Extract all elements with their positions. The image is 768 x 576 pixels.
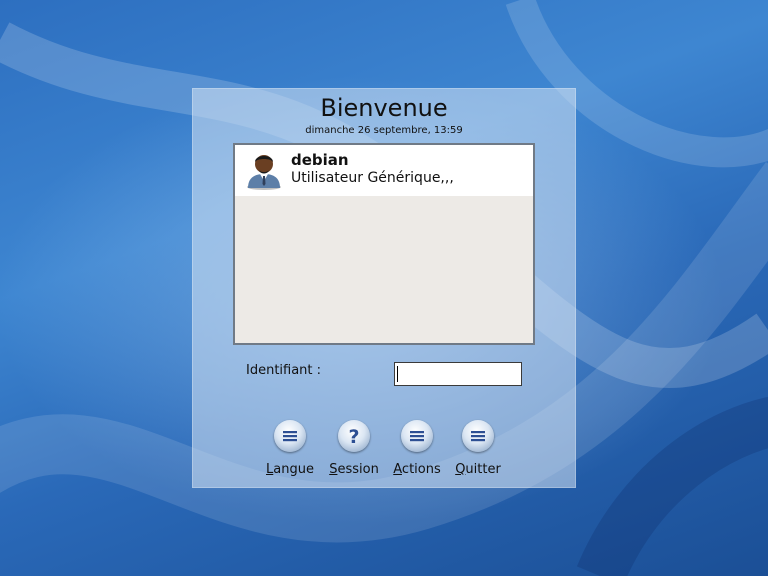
actions-button[interactable]: Actions bbox=[387, 420, 447, 478]
user-avatar-icon bbox=[247, 155, 281, 190]
user-list[interactable]: debian Utilisateur Générique,,, bbox=[233, 143, 535, 345]
username-label: Identifiant : bbox=[246, 363, 322, 378]
menu-icon bbox=[274, 420, 306, 452]
language-button[interactable]: Langue bbox=[260, 420, 320, 478]
menu-icon bbox=[462, 420, 494, 452]
menu-icon bbox=[401, 420, 433, 452]
language-button-label: Langue bbox=[266, 462, 314, 477]
text-caret bbox=[397, 366, 398, 382]
quit-button[interactable]: Quitter bbox=[448, 420, 508, 478]
welcome-title: Bienvenue bbox=[320, 94, 448, 122]
login-panel: Bienvenue dimanche 26 septembre, 13:59 d… bbox=[192, 88, 576, 488]
username-input[interactable] bbox=[394, 362, 522, 386]
clock-datetime: dimanche 26 septembre, 13:59 bbox=[305, 125, 463, 136]
session-button[interactable]: ? Session bbox=[324, 420, 384, 478]
svg-text:?: ? bbox=[348, 426, 359, 448]
quit-button-label: Quitter bbox=[455, 462, 501, 477]
user-username: debian bbox=[291, 151, 349, 169]
user-list-item[interactable]: debian Utilisateur Générique,,, bbox=[235, 145, 533, 196]
user-realname: Utilisateur Générique,,, bbox=[291, 170, 454, 186]
actions-button-label: Actions bbox=[393, 462, 441, 477]
session-button-label: Session bbox=[329, 462, 379, 477]
help-icon: ? bbox=[338, 420, 370, 452]
